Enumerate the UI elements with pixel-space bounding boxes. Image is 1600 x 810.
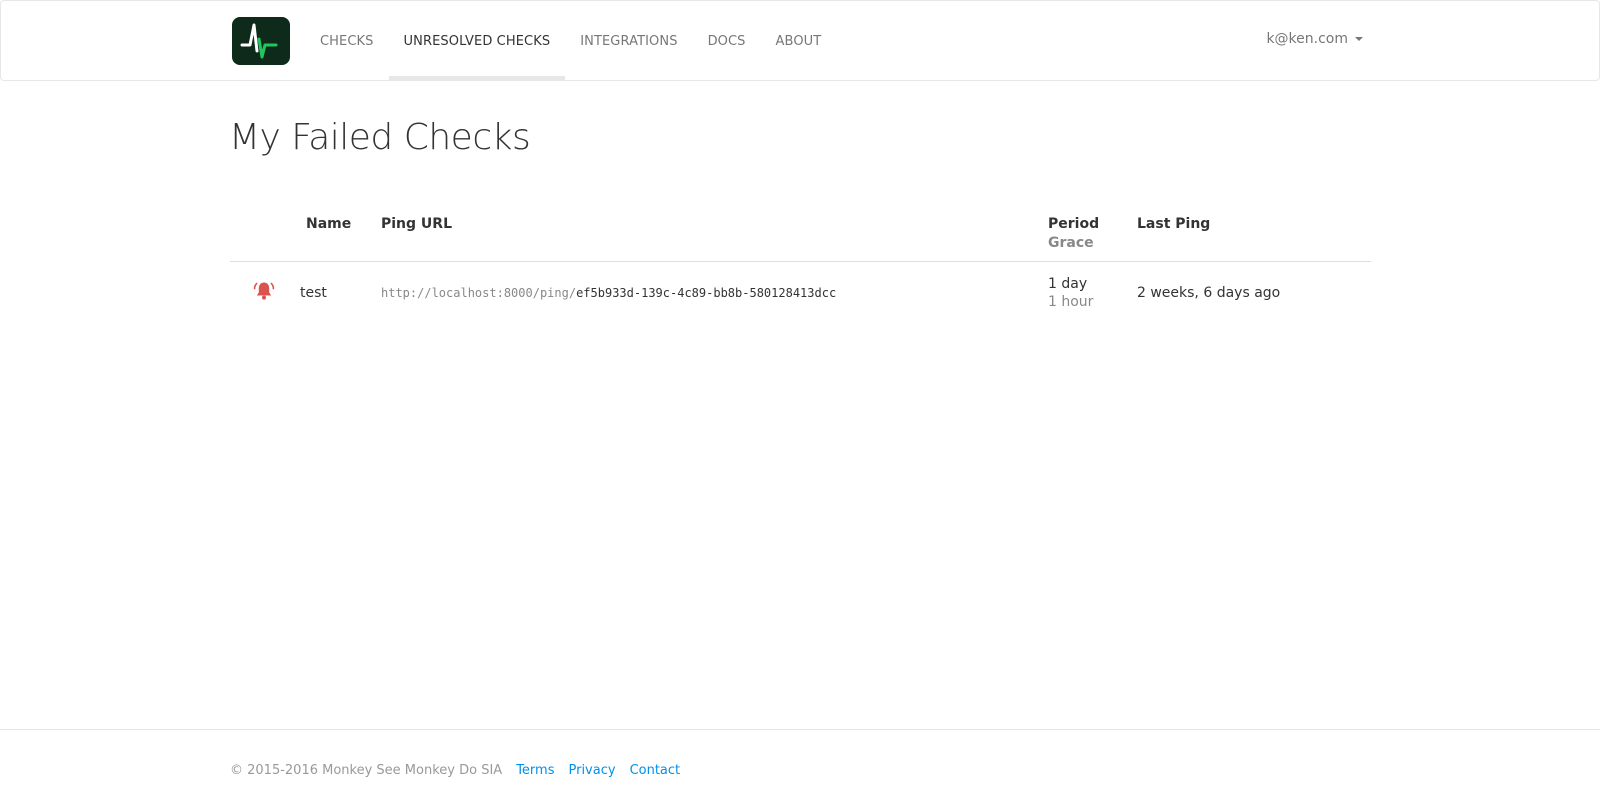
nav-docs[interactable]: DOCS [693, 1, 761, 81]
ping-url-base: http://localhost:8000/ping/ [381, 286, 577, 300]
period-cell[interactable]: 1 day 1 hour [1040, 262, 1129, 321]
footer-link-contact[interactable]: Contact [630, 763, 681, 778]
header-name-label: Name [306, 216, 352, 232]
nav-checks[interactable]: CHECKS [305, 1, 389, 81]
table-header-row: Name Ping URL Period Grace Last Ping [230, 200, 1371, 262]
header-last-ping-label: Last Ping [1137, 216, 1211, 232]
check-name: test [300, 285, 327, 301]
failed-checks-table: Name Ping URL Period Grace Last Ping tes… [230, 200, 1371, 320]
nav-unresolved-checks[interactable]: UNRESOLVED CHECKS [388, 1, 566, 81]
top-navbar: CHECKS UNRESOLVED CHECKS INTEGRATIONS DO… [0, 0, 1600, 81]
header-name: Name [298, 200, 373, 262]
header-ping-url: Ping URL [373, 200, 1040, 262]
footer-copyright: © 2015-2016 Monkey See Monkey Do SIA [230, 763, 503, 778]
nav-about[interactable]: ABOUT [761, 1, 837, 81]
page-title: My Failed Checks [229, 117, 531, 158]
last-ping-cell[interactable]: 2 weeks, 6 days ago [1129, 262, 1371, 321]
header-status [230, 200, 298, 262]
caret-down-icon [1355, 37, 1363, 41]
status-cell[interactable] [230, 262, 298, 321]
footer-content: © 2015-2016 Monkey See Monkey Do SIA Ter… [230, 763, 680, 778]
nav-integrations[interactable]: INTEGRATIONS [565, 1, 692, 81]
ping-url-code: ef5b933d-139c-4c89-bb8b-580128413dcc [576, 286, 837, 300]
user-menu-dropdown[interactable]: k@ken.com [1266, 31, 1363, 47]
period-value: 1 day [1048, 276, 1088, 292]
header-grace-label: Grace [1048, 235, 1094, 251]
main-nav: CHECKS UNRESOLVED CHECKS INTEGRATIONS DO… [305, 1, 836, 81]
ping-url-cell[interactable]: http://localhost:8000/ping/ef5b933d-139c… [373, 262, 1040, 321]
table-row: test http://localhost:8000/ping/ef5b933d… [230, 262, 1371, 321]
pulse-logo-icon [240, 23, 278, 59]
header-period: Period Grace [1040, 200, 1129, 262]
check-name-cell[interactable]: test [298, 262, 373, 321]
header-period-label: Period [1048, 216, 1100, 232]
header-last-ping: Last Ping [1129, 200, 1371, 262]
app-logo[interactable] [232, 17, 290, 65]
grace-value: 1 hour [1048, 294, 1094, 310]
footer: © 2015-2016 Monkey See Monkey Do SIA Ter… [0, 729, 1600, 810]
header-ping-url-label: Ping URL [381, 216, 452, 232]
last-ping-value: 2 weeks, 6 days ago [1137, 285, 1281, 301]
footer-link-privacy[interactable]: Privacy [568, 763, 615, 778]
bell-icon [253, 282, 275, 300]
user-email: k@ken.com [1266, 31, 1348, 47]
footer-link-terms[interactable]: Terms [516, 763, 554, 778]
